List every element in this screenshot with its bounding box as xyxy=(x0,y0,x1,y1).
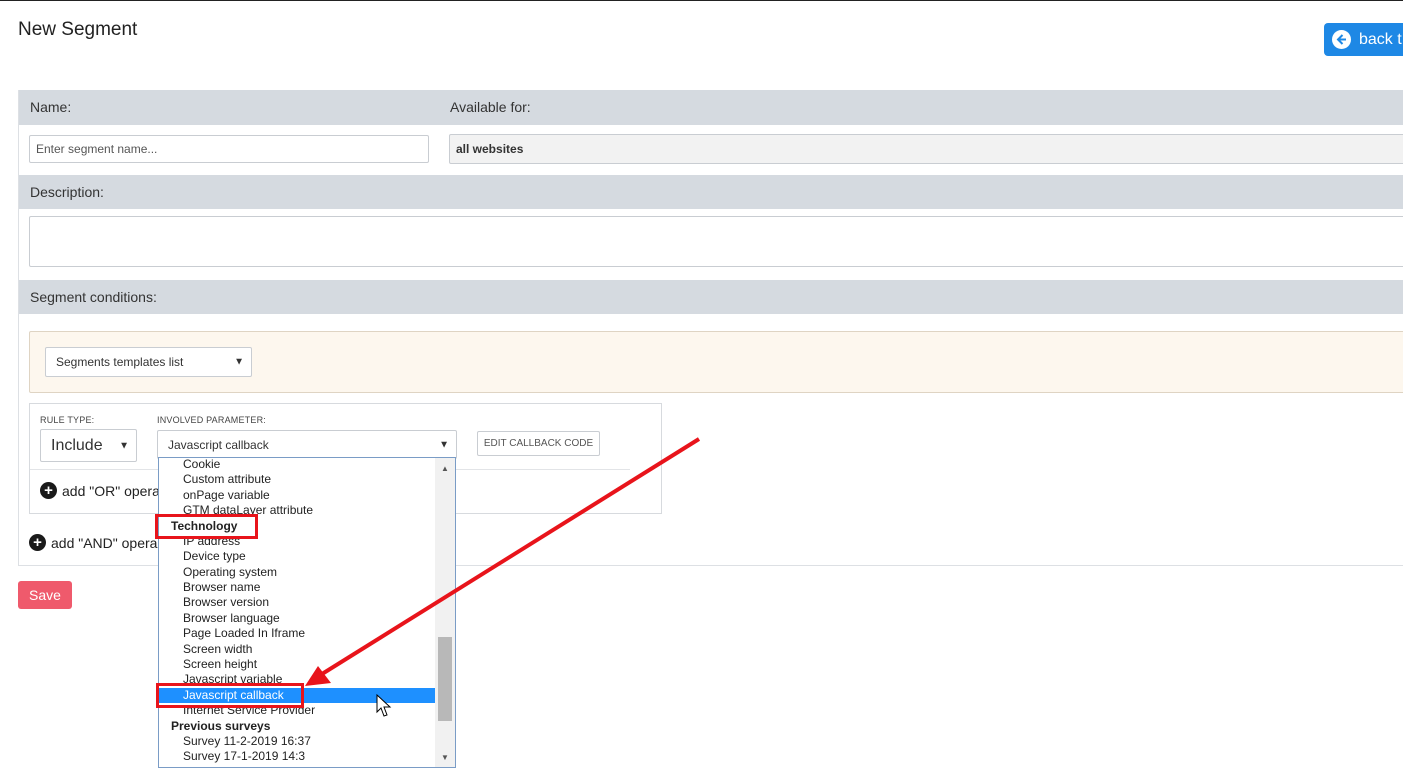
annotation-overlay xyxy=(305,437,701,717)
annotation-arrow-line xyxy=(320,437,701,676)
mouse-cursor-icon xyxy=(376,693,392,717)
